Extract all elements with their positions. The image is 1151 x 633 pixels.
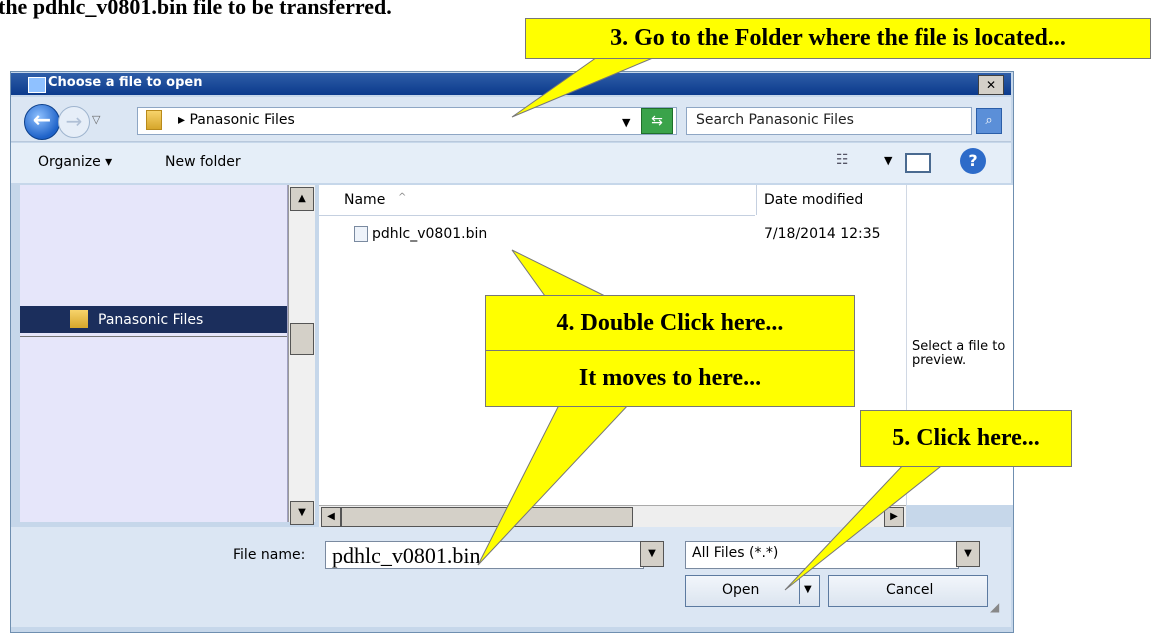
callout-step-3: 3. Go to the Folder where the file is lo… [525, 18, 1151, 59]
callout-step-5: 5. Click here... [860, 410, 1072, 467]
callout3-pointer [511, 54, 661, 118]
callout4-pointer [511, 249, 606, 297]
callout4b-pointer [477, 402, 632, 566]
callout5-pointer [784, 462, 947, 591]
callout-moves-here: It moves to here... [485, 350, 855, 407]
callout-step-4: 4. Double Click here... [485, 295, 855, 352]
